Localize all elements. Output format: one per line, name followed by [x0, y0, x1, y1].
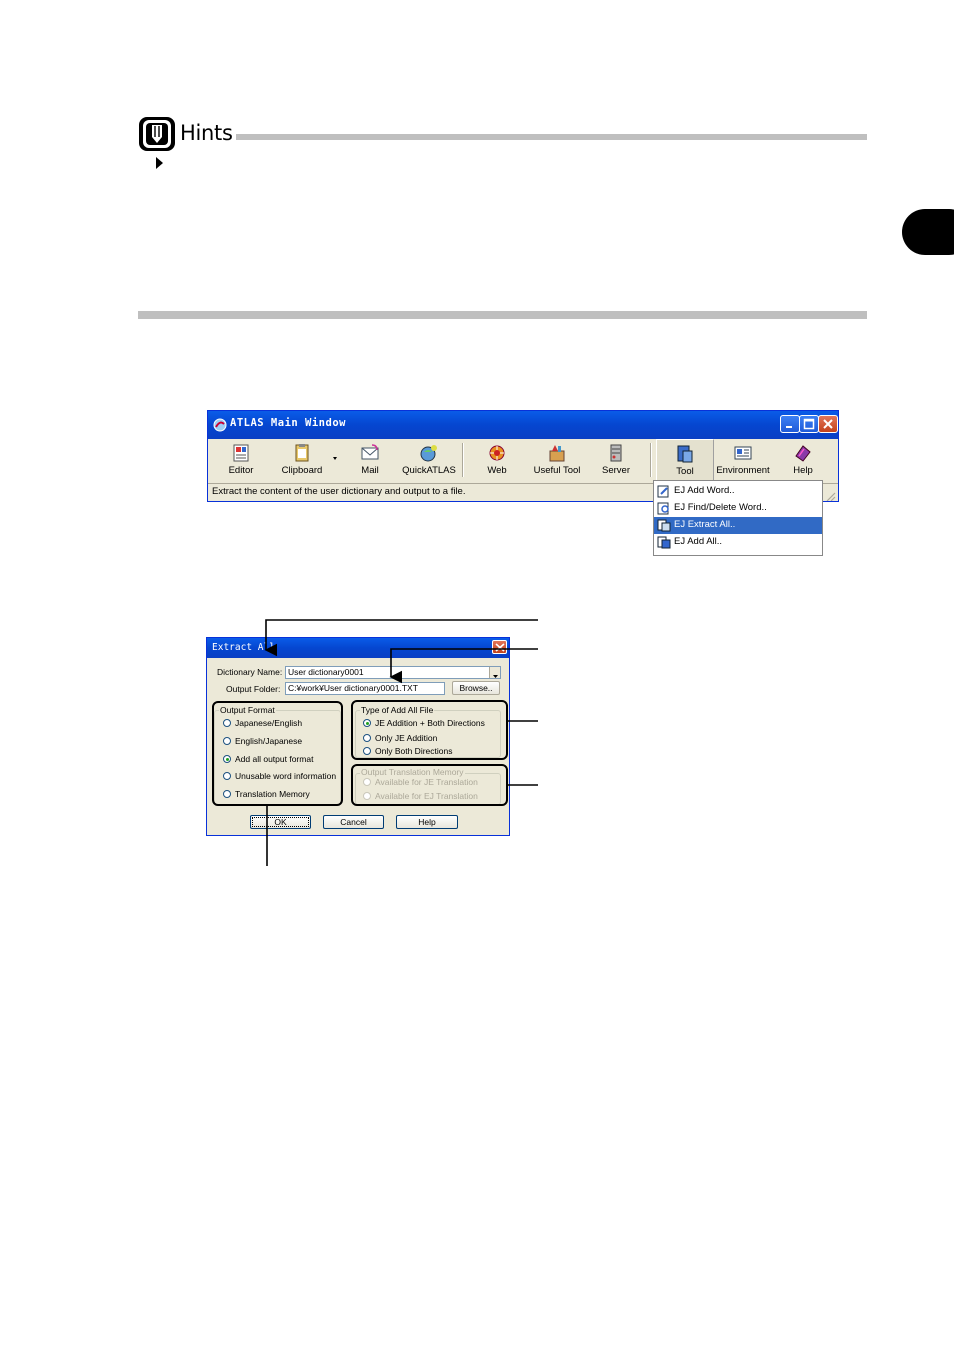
callout-leader-lines: [264, 619, 538, 866]
callout-arrow-dialog-title: [264, 619, 538, 657]
callout-arrow-dictionary-name: [389, 648, 538, 684]
